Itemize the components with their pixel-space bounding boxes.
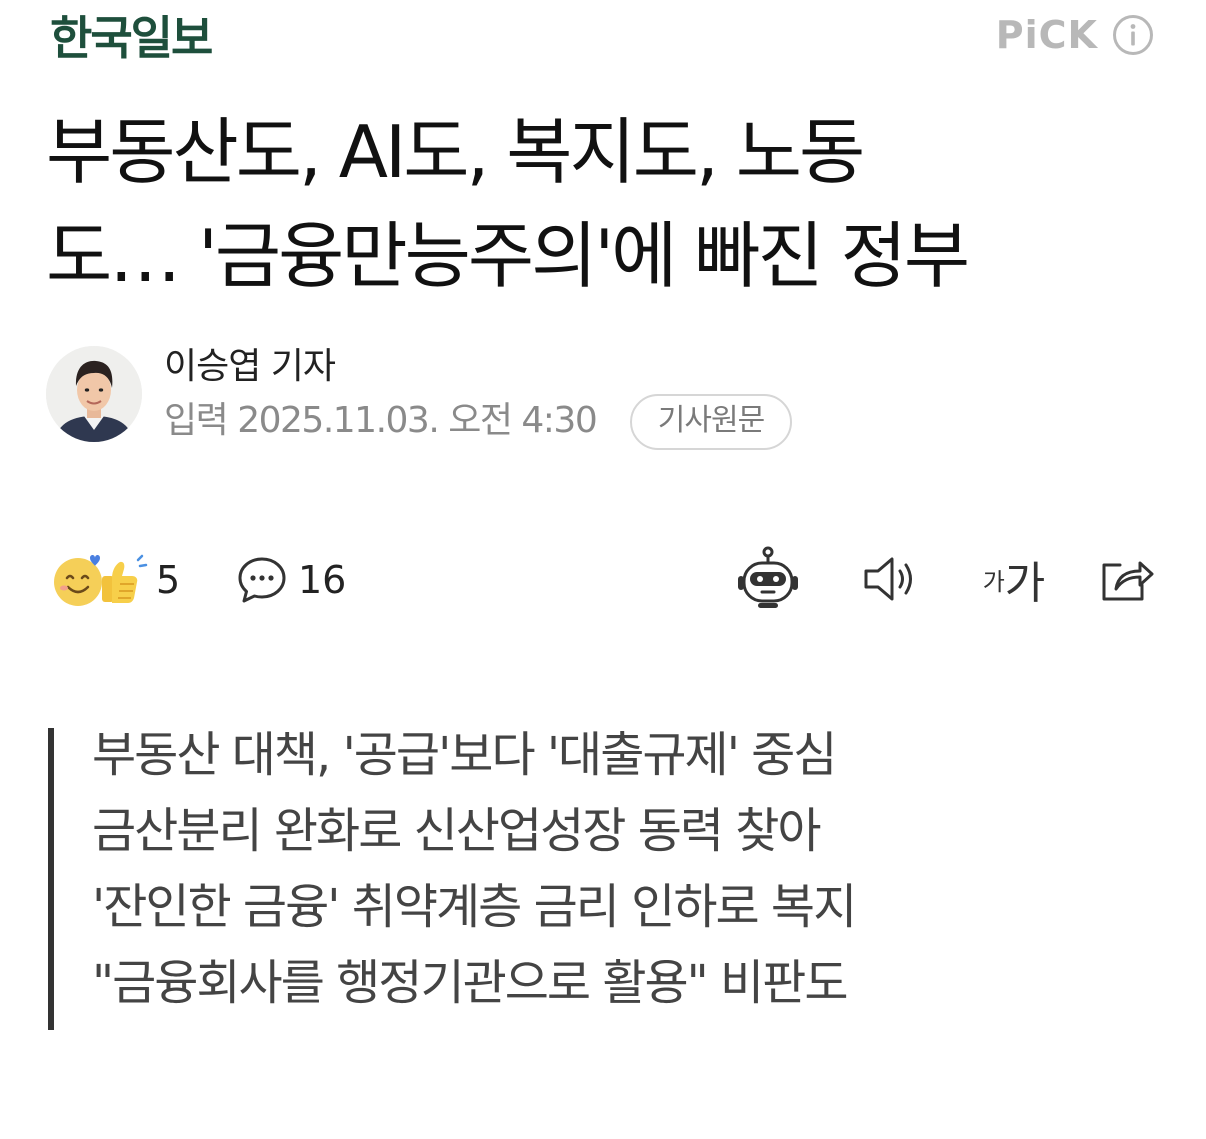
summary-line: 부동산 대책, '공급'보다 '대출규제' 중심 [92, 727, 837, 783]
font-size-small-label: 가 [982, 567, 1005, 596]
comment-button[interactable]: 16 [236, 548, 346, 612]
share-button[interactable] [1096, 544, 1156, 614]
speech-bubble-icon [238, 557, 286, 603]
summary-line: 금산분리 완화로 신산업성장 동력 찾아 [92, 803, 822, 859]
summary-bot-button[interactable] [734, 544, 802, 614]
article-summary: 부동산 대책, '공급'보다 '대출규제' 중심 금산분리 완화로 신산업성장 … [48, 727, 1048, 1030]
font-size-button[interactable]: 가 가 [976, 544, 1052, 614]
font-size-large-label: 가 [1004, 558, 1046, 609]
press-logo[interactable]: 한국일보 [50, 8, 213, 68]
date-value: 2025.11.03. 오전 4:30 [237, 400, 598, 441]
summary-line: '잔인한 금융' 취약계층 금리 인하로 복지 [92, 879, 857, 935]
reporter-name[interactable]: 이승엽 기자 [164, 342, 336, 392]
publish-date: 입력 2025.11.03. 오전 4:30 [164, 396, 598, 446]
smile-thumbs-up-icon [54, 554, 148, 606]
reaction-button[interactable]: 5 [50, 548, 180, 612]
summary-line: "금융회사를 행정기관으로 활용" 비판도 [92, 955, 849, 1011]
comment-count: 16 [298, 558, 347, 602]
reporter-photo [46, 346, 142, 442]
original-article-button[interactable]: 기사원문 [630, 394, 792, 450]
pick-label: PiCK [995, 13, 1098, 57]
share-icon [1102, 561, 1154, 601]
listen-button[interactable] [858, 544, 922, 614]
article-headline: 부동산도, AI도, 복지도, 노동 도… '금융만능주의'에 빠진 정부 [46, 100, 1166, 308]
reporter-avatar[interactable] [46, 346, 142, 442]
info-icon[interactable] [1112, 14, 1154, 56]
robot-icon [738, 546, 798, 608]
date-label: 입력 [164, 400, 229, 441]
headline-line-1: 부동산도, AI도, 복지도, 노동 [46, 110, 865, 194]
pick-badge[interactable]: PiCK [996, 12, 1154, 58]
speaker-icon [864, 557, 912, 601]
headline-line-2: 도… '금융만능주의'에 빠진 정부 [46, 214, 970, 298]
reaction-count: 5 [156, 558, 181, 602]
